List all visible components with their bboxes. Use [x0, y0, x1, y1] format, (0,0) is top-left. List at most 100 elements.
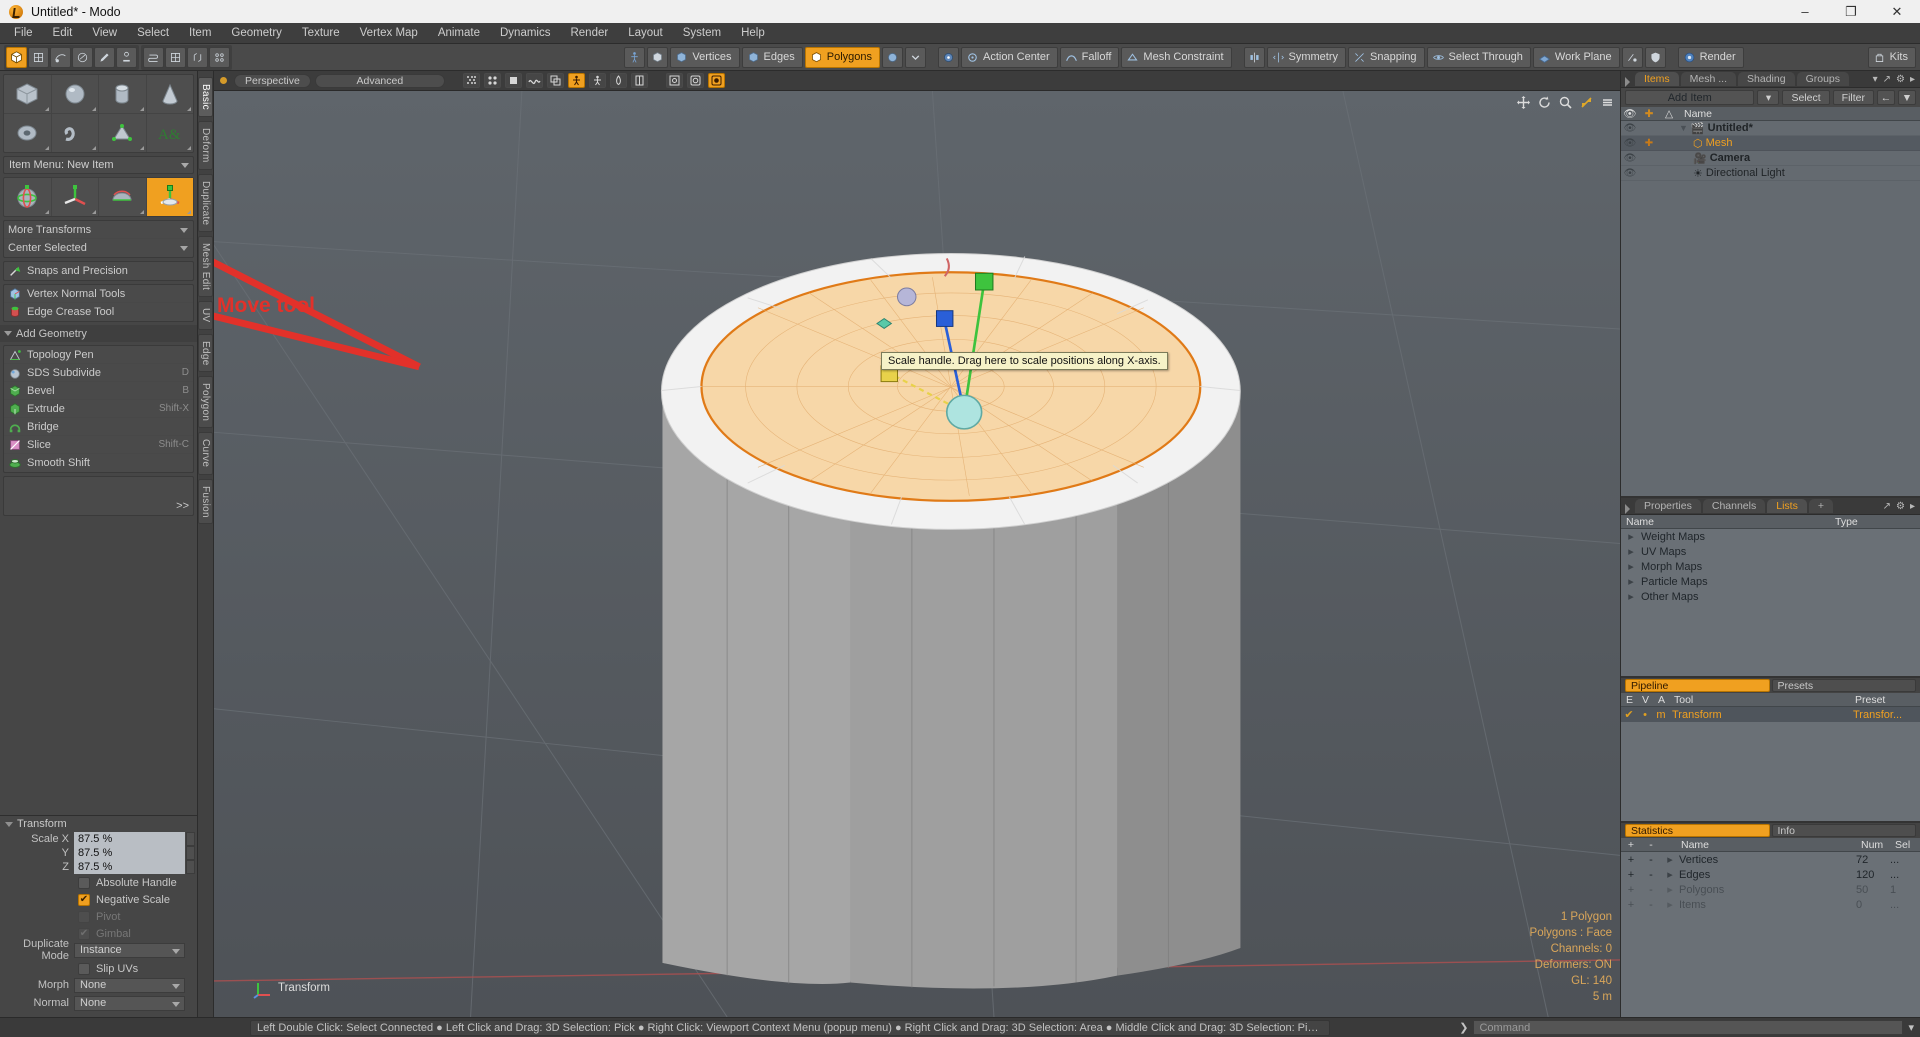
slip-uvs-checkbox[interactable] [78, 962, 90, 975]
mode-polygons-button[interactable]: Polygons [804, 46, 880, 68]
chevron-right-icon[interactable]: ▸ [1910, 74, 1915, 85]
stats-minus-button[interactable]: - [1641, 854, 1661, 866]
vtab-fusion[interactable]: Fusion [198, 478, 213, 525]
camera-ring-icon[interactable] [686, 73, 704, 88]
tab-groups[interactable]: Groups [1796, 72, 1850, 86]
menu-system[interactable]: System [673, 23, 731, 43]
dots-icon[interactable] [483, 73, 501, 88]
transform-properties-header[interactable]: Transform [0, 816, 197, 832]
tab-shading[interactable]: Shading [1738, 72, 1795, 86]
tab-presets[interactable]: Presets [1771, 679, 1916, 692]
action-center-button[interactable]: Action Center [961, 46, 1058, 68]
vtab-deform[interactable]: Deform [198, 120, 213, 170]
stretch-tool[interactable] [99, 178, 147, 216]
expand-icon[interactable]: ↗ [1883, 74, 1891, 85]
filter-funnel-icon[interactable]: ▼ [1898, 90, 1916, 105]
brush-icon[interactable] [94, 46, 115, 68]
normal-select[interactable]: None [74, 995, 185, 1011]
scale-z-input[interactable]: 87.5 % [74, 860, 195, 874]
copy-icon[interactable] [546, 73, 564, 88]
list-item[interactable]: ▸ Morph Maps [1621, 559, 1920, 574]
command-menu-icon[interactable]: ▾ [1908, 1021, 1914, 1034]
cube-primitive[interactable] [4, 75, 52, 113]
expander-icon[interactable]: ▸ [1661, 868, 1679, 881]
falloff-person-icon[interactable] [624, 46, 646, 68]
uv-icon[interactable] [209, 46, 230, 68]
snapping-button[interactable]: Snapping [1348, 46, 1425, 68]
expand-icon[interactable]: ↗ [1883, 501, 1891, 512]
tab-add[interactable]: + [1808, 499, 1833, 513]
symmetry-toggle-icon[interactable] [1243, 46, 1265, 68]
scale-y-input[interactable]: 87.5 % [74, 846, 195, 860]
close-button[interactable]: ✕ [1874, 0, 1920, 23]
more-tools-bar[interactable]: >> [3, 476, 194, 516]
mode-materials-icon[interactable] [882, 46, 903, 68]
menu-file[interactable]: File [4, 23, 43, 43]
kits-button[interactable]: Kits [1867, 46, 1916, 68]
view-mode-dropdown[interactable]: Perspective [234, 73, 311, 88]
menu-texture[interactable]: Texture [292, 23, 350, 43]
square-icon[interactable] [504, 73, 522, 88]
viewport-indicator-icon[interactable] [220, 77, 227, 84]
render-button[interactable]: Render [1677, 46, 1744, 68]
spline-primitive[interactable] [52, 114, 99, 152]
negative-scale-row[interactable]: ✔ Negative Scale [0, 891, 197, 908]
scale-x-input[interactable]: 87.5 % [74, 832, 195, 846]
pivot-icon[interactable] [938, 46, 959, 68]
lattice-icon[interactable] [165, 46, 186, 68]
mode-dropdown-icon[interactable] [905, 46, 926, 68]
morph-select[interactable]: None [74, 977, 185, 993]
table-row[interactable]: + - ▸ Vertices 72 ... [1621, 852, 1920, 867]
mode-vertices-button[interactable]: Vertices [670, 46, 740, 68]
row-visibility-icon[interactable]: 👁 [1621, 153, 1639, 164]
shield-icon[interactable] [1644, 46, 1666, 68]
menu-help[interactable]: Help [731, 23, 775, 43]
select-button[interactable]: Select [1782, 90, 1830, 105]
falloff-button[interactable]: Falloff [1059, 46, 1120, 68]
paint-icon[interactable] [72, 46, 93, 68]
smooth-shift-button[interactable]: Smooth Shift [4, 454, 193, 472]
vtab-curve[interactable]: Curve [198, 432, 213, 475]
list-item[interactable]: ▸ UV Maps [1621, 544, 1920, 559]
grid-icon[interactable] [28, 46, 49, 68]
text-primitive[interactable]: A& [147, 114, 194, 152]
absolute-handle-checkbox[interactable] [78, 876, 90, 889]
table-row[interactable]: 👁 ✚ ⬡ Mesh [1621, 136, 1920, 151]
move-tool[interactable] [52, 178, 99, 216]
list-item[interactable]: ▸ Weight Maps [1621, 529, 1920, 544]
more-icon[interactable] [1600, 95, 1614, 109]
pan-icon[interactable] [1516, 95, 1530, 109]
filter-button[interactable]: Filter [1832, 90, 1874, 105]
vertex-normal-tools-button[interactable]: Vertex Normal Tools [4, 285, 193, 303]
table-row[interactable]: + - ▸ Edges 120 ... [1621, 867, 1920, 882]
more-chevron-icon[interactable]: >> [176, 500, 189, 512]
stats-minus-button[interactable]: - [1641, 869, 1661, 881]
viewport-3d[interactable]: Scale handle. Drag here to scale positio… [214, 91, 1620, 1017]
camera-dot-icon[interactable] [665, 73, 683, 88]
menu-dynamics[interactable]: Dynamics [490, 23, 560, 43]
expander-icon[interactable]: ▼ [1679, 123, 1688, 133]
gear-icon[interactable]: ⚙ [1896, 74, 1905, 85]
collapse-icon[interactable]: ← [1877, 90, 1895, 105]
add-item-dropdown-icon[interactable]: ▾ [1757, 90, 1780, 105]
list-item[interactable]: ▸ Particle Maps [1621, 574, 1920, 589]
menu-geometry[interactable]: Geometry [221, 23, 292, 43]
tab-properties[interactable]: Properties [1635, 499, 1701, 513]
scale-y-stepper[interactable] [186, 846, 195, 860]
drop-icon[interactable] [609, 73, 627, 88]
vtab-edge[interactable]: Edge [198, 333, 213, 373]
menu-layout[interactable]: Layout [618, 23, 673, 43]
vtab-basic[interactable]: Basic [198, 77, 213, 117]
more-transforms-button[interactable]: More Transforms [4, 221, 193, 239]
chevron-down-icon[interactable]: ▾ [1873, 74, 1878, 85]
symmetry-button[interactable]: Symmetry [1266, 46, 1347, 68]
center-selected-button[interactable]: Center Selected [4, 239, 193, 257]
transform-gizmo[interactable] [214, 91, 1620, 1017]
zoom-icon[interactable] [1558, 95, 1572, 109]
shading-mode-dropdown[interactable]: Advanced [314, 73, 445, 88]
extrude-button[interactable]: Extrude Shift-X [4, 400, 193, 418]
record-icon[interactable] [707, 73, 725, 88]
tab-info[interactable]: Info [1771, 824, 1916, 837]
menu-item[interactable]: Item [179, 23, 221, 43]
bridge-button[interactable]: Bridge [4, 418, 193, 436]
